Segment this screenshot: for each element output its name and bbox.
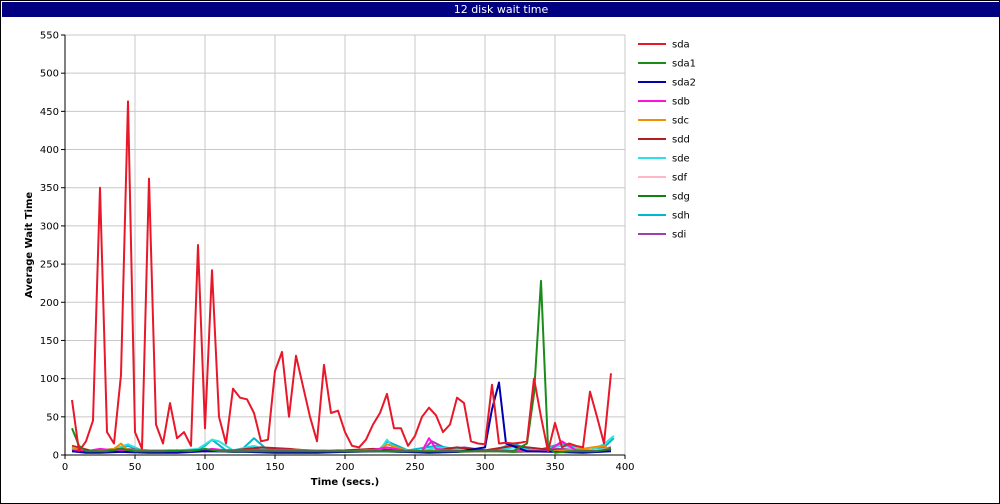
legend-label-sdb: sdb [672, 97, 690, 108]
legend-label-sdi: sdi [672, 230, 686, 241]
x-tick-label: 300 [475, 462, 494, 473]
y-tick-label: 200 [40, 298, 59, 309]
legend-label-sdd: sdd [672, 135, 690, 146]
y-tick-label: 400 [40, 145, 59, 156]
x-tick-label: 150 [265, 462, 284, 473]
legend-label-sdg: sdg [672, 192, 690, 203]
legend-label-sda1: sda1 [672, 59, 696, 70]
x-tick-label: 100 [195, 462, 214, 473]
x-tick-label: 400 [615, 462, 634, 473]
x-axis-label: Time (secs.) [311, 477, 380, 488]
y-tick-label: 100 [40, 374, 59, 385]
legend-label-sda: sda [672, 40, 690, 51]
x-tick-label: 200 [335, 462, 354, 473]
y-axis-label: Average Wait Time [24, 192, 35, 299]
x-tick-label: 50 [129, 462, 142, 473]
y-tick-label: 500 [40, 69, 59, 80]
y-tick-label: 300 [40, 221, 59, 232]
legend-label-sda2: sda2 [672, 78, 696, 89]
x-tick-label: 0 [62, 462, 68, 473]
legend-label-sdf: sdf [672, 173, 688, 184]
y-tick-label: 0 [53, 451, 59, 462]
y-tick-label: 150 [40, 336, 59, 347]
legend-label-sde: sde [672, 154, 690, 165]
y-tick-label: 450 [40, 107, 59, 118]
y-tick-label: 50 [46, 412, 59, 423]
legend-label-sdc: sdc [672, 116, 689, 127]
y-tick-label: 250 [40, 260, 59, 271]
y-tick-label: 350 [40, 183, 59, 194]
legend-label-sdh: sdh [672, 211, 690, 222]
y-tick-label: 550 [40, 31, 59, 42]
x-tick-label: 350 [545, 462, 564, 473]
line-chart: 0 50 100 150 200 250 300 350 400 0 50 100 150 200 250 3… [24, 31, 696, 489]
x-tick-label: 250 [405, 462, 424, 473]
